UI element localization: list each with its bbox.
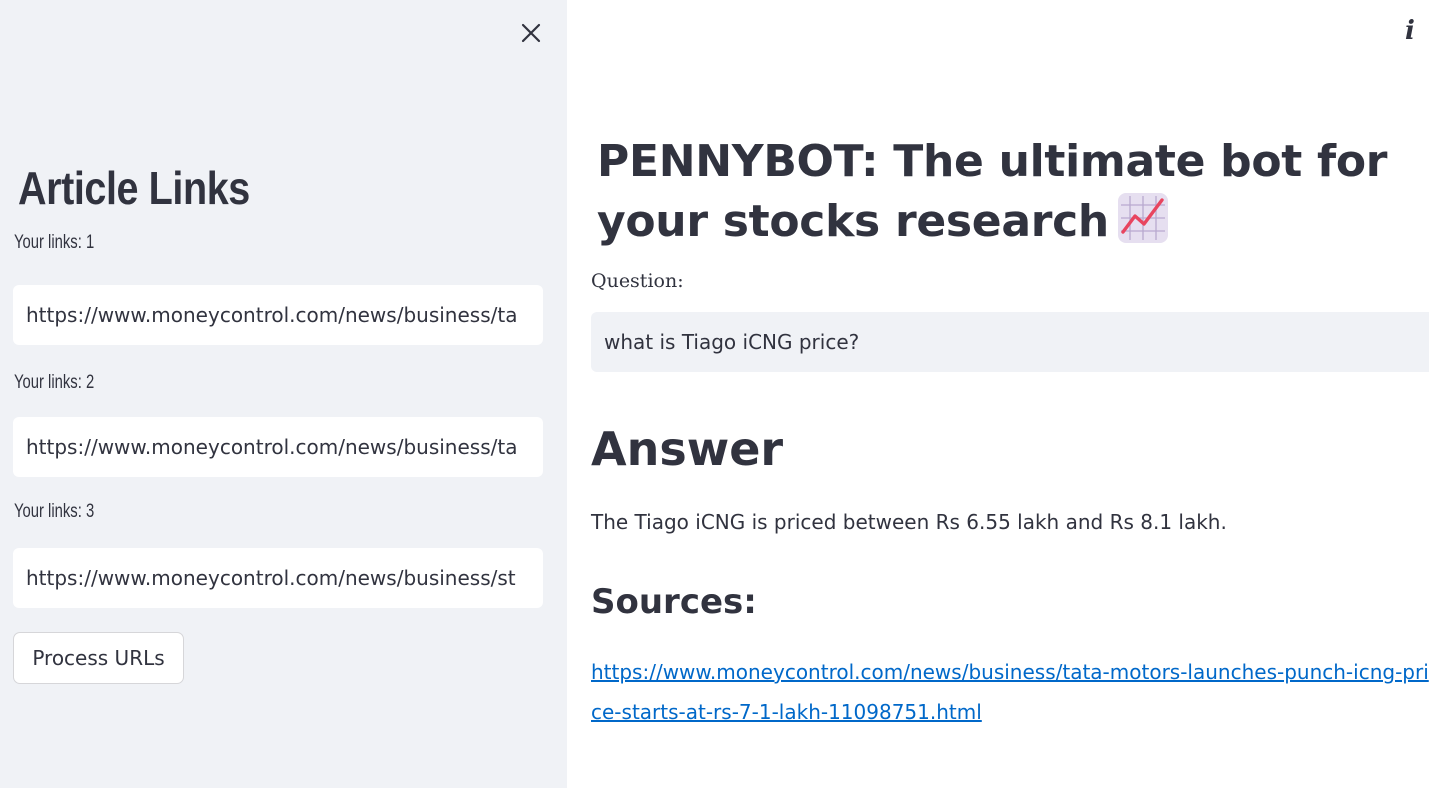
sidebar: Article Links Your links: 1 Your links: … bbox=[0, 0, 567, 788]
link-3-label: Your links: 3 bbox=[14, 501, 95, 522]
page-title: PENNYBOT: The ultimate bot for your stoc… bbox=[597, 132, 1397, 252]
sidebar-title: Article Links bbox=[18, 162, 250, 214]
link-1-input[interactable] bbox=[13, 285, 543, 345]
process-urls-button[interactable]: Process URLs bbox=[13, 632, 184, 684]
answer-text: The Tiago iCNG is priced between Rs 6.55… bbox=[591, 510, 1227, 534]
link-2-input[interactable] bbox=[13, 417, 543, 477]
question-input[interactable] bbox=[591, 312, 1429, 372]
info-icon[interactable]: i bbox=[1397, 16, 1423, 46]
question-label: Question: bbox=[591, 270, 684, 292]
close-sidebar-button[interactable] bbox=[514, 16, 548, 50]
sources-heading: Sources: bbox=[591, 582, 757, 622]
link-1-label: Your links: 1 bbox=[14, 232, 95, 253]
close-icon bbox=[521, 23, 541, 43]
page-title-text: PENNYBOT: The ultimate bot for your stoc… bbox=[597, 136, 1388, 247]
source-link[interactable]: https://www.moneycontrol.com/news/busine… bbox=[591, 652, 1429, 732]
link-3-input[interactable] bbox=[13, 548, 543, 608]
chart-increasing-icon bbox=[1117, 193, 1168, 243]
answer-heading: Answer bbox=[591, 422, 784, 476]
link-2-label: Your links: 2 bbox=[14, 372, 95, 393]
